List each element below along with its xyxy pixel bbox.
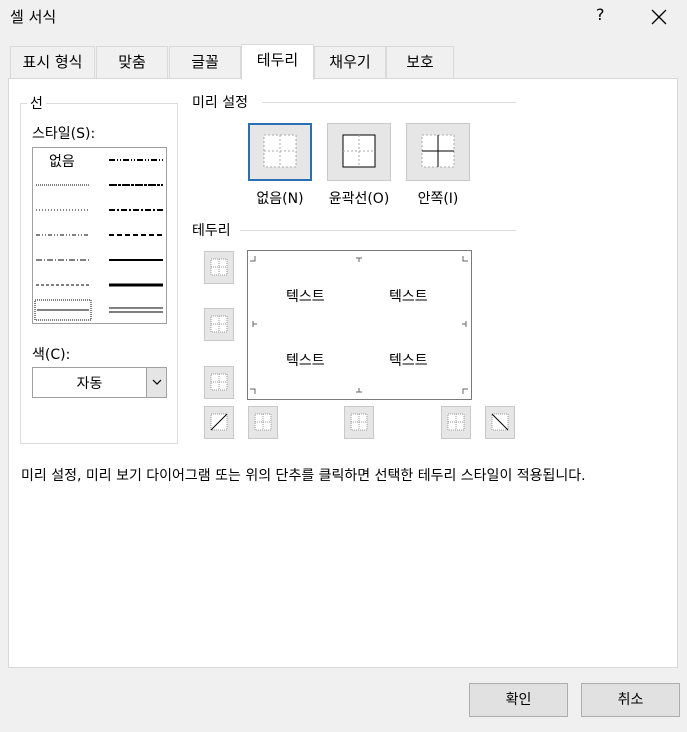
tab-protection[interactable]: 보호: [386, 46, 454, 78]
border-right-icon: [447, 413, 465, 431]
border-middle-vertical-icon: [350, 413, 368, 431]
color-value: 자동: [76, 376, 103, 392]
ok-button[interactable]: 확인: [469, 683, 568, 717]
preset-outline-icon: [342, 134, 376, 168]
border-group-label: 테두리: [192, 223, 231, 239]
border-diagonal-up-button[interactable]: [204, 406, 234, 439]
border-diagonal-up-icon: [210, 413, 228, 431]
border-middle-vertical-button[interactable]: [344, 406, 374, 439]
description-text: 미리 설정, 미리 보기 다이어그램 또는 위의 단추를 클릭하면 선택한 테두…: [21, 468, 586, 484]
tab-font[interactable]: 글꼴: [169, 46, 241, 78]
tab-alignment[interactable]: 맞춤: [96, 46, 168, 78]
border-diagonal-down-button[interactable]: [485, 406, 515, 439]
tab-fill[interactable]: 채우기: [314, 46, 386, 78]
color-select[interactable]: 자동: [32, 367, 167, 398]
color-label: 색(C):: [32, 347, 71, 363]
preset-inside-icon: [421, 134, 455, 168]
preview-corner-marks: [250, 256, 468, 394]
border-left-icon: [254, 413, 272, 431]
border-left-button[interactable]: [248, 406, 278, 439]
preset-outline-button[interactable]: [327, 123, 391, 181]
tab-border[interactable]: 테두리: [241, 44, 314, 80]
border-diagonal-down-icon: [491, 413, 509, 431]
dialog-title: 셀 서식: [10, 8, 57, 26]
preset-none-button[interactable]: [248, 123, 312, 181]
line-group-label: 선: [27, 93, 46, 113]
preset-inside-label: 안쪽(I): [417, 191, 459, 207]
border-top-icon: [210, 258, 228, 276]
style-label: 스타일(S):: [32, 126, 96, 142]
presets-group-label: 미리 설정: [192, 95, 248, 111]
preview-text-top-left: 텍스트: [286, 289, 325, 305]
line-style-list[interactable]: 없음: [32, 147, 167, 324]
cancel-button[interactable]: 취소: [581, 683, 680, 717]
presets-divider: [262, 102, 516, 103]
border-right-button[interactable]: [441, 406, 471, 439]
preview-text-bottom-right: 텍스트: [389, 353, 428, 369]
tab-number-format[interactable]: 표시 형식: [10, 46, 95, 78]
preview-text-top-right: 텍스트: [389, 289, 428, 305]
preview-text-bottom-left: 텍스트: [286, 353, 325, 369]
line-style-none[interactable]: 없음: [49, 151, 75, 171]
line-style-swatches: [34, 159, 163, 321]
help-button[interactable]: ?: [596, 5, 605, 24]
border-divider: [240, 230, 516, 231]
border-middle-horizontal-button[interactable]: [204, 308, 234, 341]
border-middle-horizontal-icon: [210, 315, 228, 333]
preset-none-icon: [263, 134, 297, 168]
chevron-down-icon[interactable]: [146, 368, 166, 397]
border-top-button[interactable]: [204, 251, 234, 284]
title-bar: 셀 서식 ?: [0, 0, 687, 34]
border-bottom-button[interactable]: [204, 366, 234, 399]
preset-inside-button[interactable]: [406, 123, 470, 181]
preset-none-label: 없음(N): [256, 191, 304, 207]
border-preview[interactable]: 텍스트 텍스트 텍스트 텍스트: [247, 250, 472, 400]
close-icon[interactable]: [648, 2, 670, 30]
preset-outline-label: 윤곽선(O): [328, 191, 390, 207]
border-bottom-icon: [210, 373, 228, 391]
